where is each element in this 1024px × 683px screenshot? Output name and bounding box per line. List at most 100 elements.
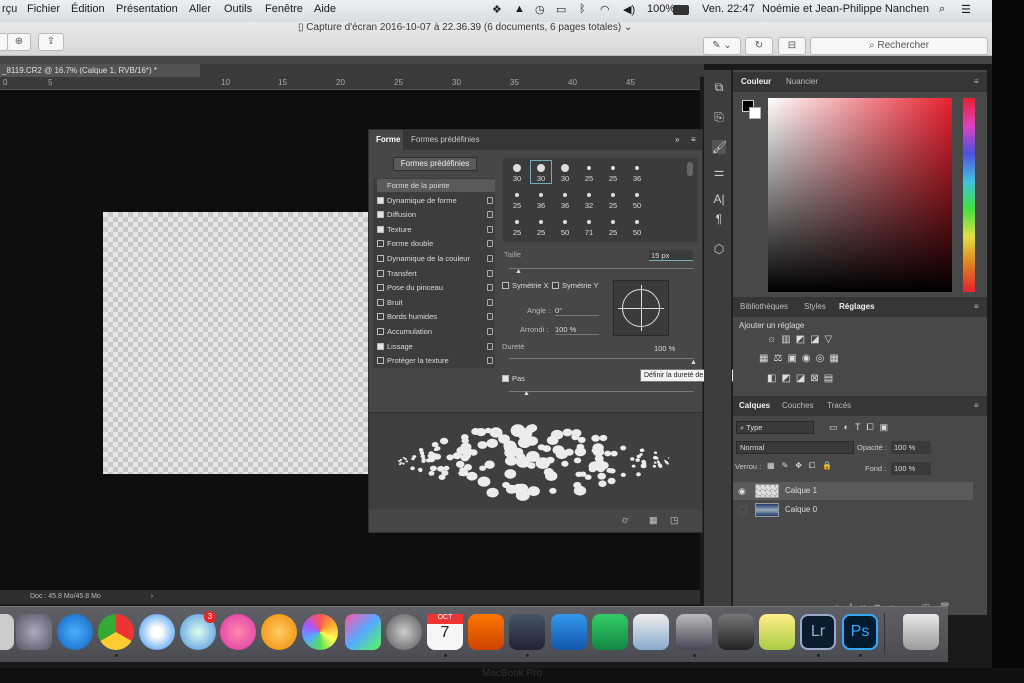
new-preset-icon[interactable]: ◳ <box>670 515 679 526</box>
spotlight-icon[interactable]: ⌕ <box>939 3 945 16</box>
symmetry-x[interactable]: Symétrie X <box>502 281 549 290</box>
threshold-icon[interactable]: ◪ <box>796 373 810 384</box>
symmetry-y[interactable]: Symétrie Y <box>552 281 599 290</box>
mixer-icon[interactable]: ◎ <box>816 353 830 364</box>
brush-tip-shape[interactable] <box>513 164 521 172</box>
clock[interactable]: Ven. 22:47 <box>702 3 755 15</box>
option-checkbox[interactable] <box>377 313 384 321</box>
brush-tip-size[interactable]: 25 <box>603 201 623 210</box>
word-icon[interactable] <box>551 614 587 650</box>
screen-sharing-icon[interactable] <box>676 614 712 650</box>
spacing-slider-thumb[interactable]: ▲ <box>523 390 530 397</box>
brush-tip-size[interactable]: 30 <box>555 174 575 183</box>
brush-option-item[interactable]: Diffusion <box>377 208 495 221</box>
roundness-input[interactable]: 100 % <box>555 325 599 335</box>
wifi-icon[interactable]: ◠ <box>600 3 610 16</box>
brightness-icon[interactable]: ☼ <box>767 334 781 345</box>
brush-tip-shape[interactable] <box>515 220 519 224</box>
spacing-checkbox[interactable] <box>502 375 509 382</box>
app-store-icon[interactable] <box>57 614 93 650</box>
brush-tip-shape[interactable] <box>635 166 639 170</box>
notification-center-icon[interactable]: ☰ <box>961 3 971 16</box>
app-menu[interactable]: rçu <box>2 3 17 15</box>
brush-tip-size[interactable]: 25 <box>603 174 623 183</box>
system-prefs-icon[interactable] <box>386 614 422 650</box>
option-checkbox[interactable] <box>377 357 384 365</box>
brush-tip-size[interactable]: 25 <box>603 228 623 237</box>
presets-button[interactable]: Formes prédéfinies <box>393 157 477 171</box>
powerpoint-icon[interactable] <box>468 614 504 650</box>
levels-icon[interactable]: ▥ <box>781 334 795 345</box>
lock-icon[interactable] <box>487 357 493 365</box>
eye-icon[interactable]: ◉ <box>738 482 746 500</box>
tab-styles[interactable]: Styles <box>804 302 826 311</box>
airplay-icon[interactable]: ▭ <box>556 3 566 16</box>
menu-fenetre[interactable]: Fenêtre <box>265 3 303 15</box>
option-checkbox[interactable] <box>377 225 384 233</box>
lookup-icon[interactable]: ▦ <box>829 353 843 364</box>
brush-option-item[interactable]: Forme de la pointe <box>377 179 495 192</box>
chevron-down-icon[interactable]: ⌄ <box>621 22 632 33</box>
brush-option-item[interactable]: Dynamique de forme <box>377 194 495 207</box>
hue-icon[interactable]: ▦ <box>759 353 773 364</box>
background-color[interactable] <box>749 107 761 119</box>
option-checkbox[interactable] <box>377 255 384 262</box>
toggle-preview-icon[interactable]: ⌭ <box>622 515 628 526</box>
visibility-toggle[interactable] <box>739 506 747 514</box>
adjust-row-2[interactable]: ▦⚖▣◉◎▦ <box>759 353 844 364</box>
option-checkbox[interactable] <box>377 284 384 292</box>
opacity-input[interactable]: 100 % <box>891 441 931 454</box>
panel-menu-icon[interactable]: ≡ <box>691 135 696 144</box>
brush-tip-size[interactable]: 36 <box>555 201 575 210</box>
lightroom-icon[interactable]: Lr <box>800 614 836 650</box>
option-checkbox[interactable] <box>377 211 384 219</box>
tab-calques[interactable]: Calques <box>739 401 770 410</box>
lock-icon[interactable] <box>487 269 493 277</box>
character-icon[interactable]: A| <box>712 192 726 206</box>
bw-icon[interactable]: ▣ <box>787 353 801 364</box>
panel-menu-icon[interactable]: ≡ <box>974 401 979 410</box>
lock-artboard-icon[interactable]: ⧠ <box>809 461 822 470</box>
lock-all-icon[interactable]: 🔒 <box>822 461 839 470</box>
color-field[interactable] <box>768 98 952 292</box>
zoom-button[interactable]: ⊕ <box>7 33 31 51</box>
tab-nuancier[interactable]: Nuancier <box>786 77 818 86</box>
camera-icon[interactable] <box>718 614 754 650</box>
layer-row[interactable]: ◉ Calque 1 <box>733 482 973 500</box>
size-slider-thumb[interactable]: ▲ <box>515 268 522 275</box>
hue-slider[interactable] <box>963 98 975 292</box>
brush-option-item[interactable]: Pose du pinceau <box>377 281 495 294</box>
brush-tip-size[interactable]: 36 <box>627 174 647 183</box>
trash-icon[interactable] <box>903 614 939 650</box>
fill-input[interactable]: 100 % <box>891 462 931 475</box>
option-checkbox[interactable] <box>377 196 384 204</box>
calendar-icon[interactable]: OCT 7 <box>427 614 463 650</box>
tab-traces[interactable]: Tracés <box>827 401 851 410</box>
tab-forme[interactable]: Forme <box>376 135 400 144</box>
tip-scrollbar[interactable] <box>687 162 693 176</box>
brush-tip-shape[interactable] <box>515 193 519 197</box>
tab-formes-predefinies[interactable]: Formes prédéfinies <box>411 135 479 144</box>
brush-tip-shape[interactable] <box>563 220 567 224</box>
photo-booth-icon[interactable] <box>509 614 545 650</box>
transparent-canvas[interactable] <box>103 212 368 474</box>
lock-icon[interactable] <box>487 298 493 306</box>
dropbox-icon[interactable]: ❖ <box>492 3 502 16</box>
brush-tip-size[interactable]: 50 <box>555 228 575 237</box>
balance-icon[interactable]: ⚖ <box>773 353 787 364</box>
lock-icon[interactable] <box>487 196 493 204</box>
lock-icon[interactable] <box>487 342 493 350</box>
blend-mode-select[interactable]: Normal <box>736 441 854 454</box>
brush-tip-size[interactable]: 25 <box>579 174 599 183</box>
option-checkbox[interactable] <box>377 342 384 350</box>
lock-icon[interactable] <box>487 240 493 248</box>
lock-icon[interactable] <box>487 313 493 321</box>
grid-icon[interactable]: ▦ <box>649 515 658 526</box>
brush-option-item[interactable]: Transfert <box>377 267 495 280</box>
angle-input[interactable]: 0° <box>555 306 599 316</box>
brush-tip-size[interactable]: 25 <box>507 228 527 237</box>
brush-tip-size[interactable]: 30 <box>507 174 527 183</box>
brush-tip-shape[interactable] <box>635 193 639 197</box>
preview-app-icon[interactable] <box>0 614 14 650</box>
menu-presentation[interactable]: Présentation <box>116 3 178 15</box>
